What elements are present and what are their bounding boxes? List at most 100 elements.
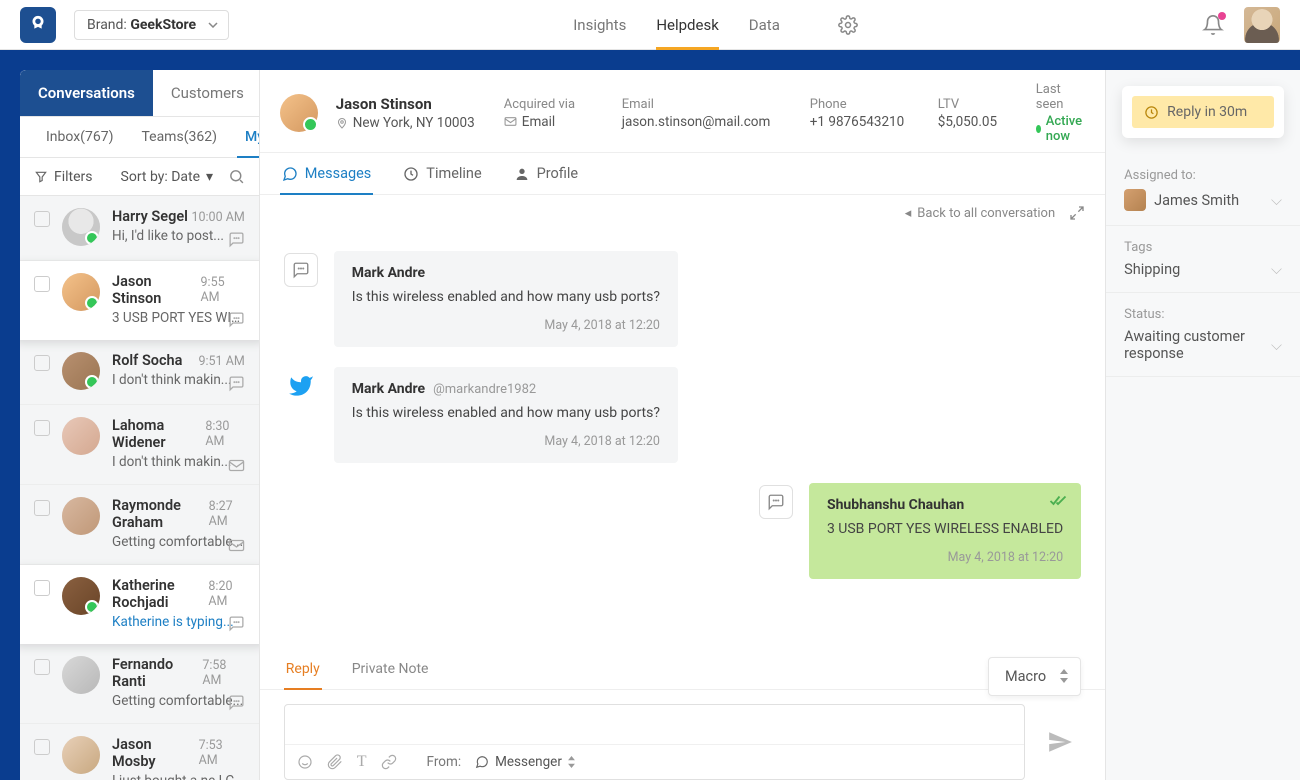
checkbox[interactable] xyxy=(34,211,50,227)
brand-selector[interactable]: Brand: GeekStore xyxy=(74,10,229,40)
assignee-name: James Smith xyxy=(1154,192,1239,209)
acquired-via-label: Acquired via xyxy=(504,97,604,112)
checkbox[interactable] xyxy=(34,500,50,516)
assignee-avatar xyxy=(1124,189,1146,211)
assigned-label: Assigned to: xyxy=(1124,168,1282,183)
tags-selector[interactable]: Shipping ⌵ xyxy=(1124,261,1282,278)
conversation-name: Jason Mosby xyxy=(112,736,199,770)
send-button[interactable] xyxy=(1039,721,1081,763)
chevron-down-icon: ⌵ xyxy=(1271,337,1282,354)
chat-icon xyxy=(228,694,245,711)
customer-location: New York, NY 10003 xyxy=(336,115,486,131)
text-format-icon[interactable]: T xyxy=(357,753,367,771)
conversation-item[interactable]: Lahoma Widener8:30 AM I don't think maki… xyxy=(20,405,259,485)
conversation-name: Katherine Rochjadi xyxy=(112,577,208,611)
conversation-item[interactable]: Fernando Ranti7:58 AM Getting comfortabl… xyxy=(20,644,259,724)
conversation-time: 8:30 AM xyxy=(205,419,244,449)
back-to-all-link[interactable]: ◂ Back to all conversation xyxy=(905,206,1055,221)
checkbox[interactable] xyxy=(34,276,50,292)
checkbox[interactable] xyxy=(34,420,50,436)
conversation-time: 10:00 AM xyxy=(191,210,244,225)
conversation-time: 9:55 AM xyxy=(201,275,245,305)
customer-name: Jason Stinson xyxy=(336,95,486,113)
tab-timeline[interactable]: Timeline xyxy=(401,153,483,194)
avatar xyxy=(62,208,100,246)
subtab-teams[interactable]: Teams(362) xyxy=(127,117,231,157)
user-avatar[interactable] xyxy=(1244,7,1280,43)
sort-button[interactable]: Sort by: Date ▾ xyxy=(121,169,214,185)
email-value: jason.stinson@mail.com xyxy=(622,114,792,130)
message-author: Mark Andre xyxy=(352,265,660,281)
notifications-bell-icon[interactable] xyxy=(1202,14,1224,36)
phone-value: +1 9876543210 xyxy=(810,114,920,130)
filters-button[interactable]: Filters xyxy=(34,169,93,185)
message-author: Shubhanshu Chauhan xyxy=(827,497,1063,513)
brand-value: GeekStore xyxy=(130,17,196,33)
reply-tab[interactable]: Reply xyxy=(284,651,322,689)
reply-sla-text: Reply in 30m xyxy=(1167,104,1247,120)
avatar xyxy=(62,497,100,535)
search-icon[interactable] xyxy=(228,168,245,185)
chat-icon xyxy=(228,311,245,328)
notification-dot xyxy=(1218,12,1226,20)
checkbox[interactable] xyxy=(34,739,50,755)
message-body: Is this wireless enabled and how many us… xyxy=(352,287,660,308)
conversation-item[interactable]: Rolf Socha9:51 AM I don't think makin... xyxy=(20,340,259,405)
avatar xyxy=(62,656,100,694)
from-channel-selector[interactable]: Messenger xyxy=(475,754,575,770)
twitter-icon xyxy=(284,369,318,403)
avatar xyxy=(62,577,100,615)
tab-customers[interactable]: Customers xyxy=(153,70,260,116)
conversation-time: 7:53 AM xyxy=(199,738,245,768)
conversation-preview: I don't think makin... xyxy=(112,372,245,388)
message-timestamp: May 4, 2018 at 12:20 xyxy=(352,434,660,449)
customer-avatar xyxy=(280,94,318,132)
checkbox[interactable] xyxy=(34,580,50,596)
checkbox[interactable] xyxy=(34,659,50,675)
avatar xyxy=(62,352,100,390)
reply-input[interactable] xyxy=(285,705,1024,744)
attachment-icon[interactable] xyxy=(327,754,343,770)
conversation-item[interactable]: Harry Segel10:00 AM Hi, I'd like to post… xyxy=(20,196,259,261)
ltv-value: $5,050.05 xyxy=(938,114,1018,130)
conversation-item[interactable]: Jason Mosby7:53 AM I just bought a ne LC… xyxy=(20,724,259,780)
conversation-name: Jason Stinson xyxy=(112,273,201,307)
conversation-item-typing[interactable]: Katherine Rochjadi8:20 AM Katherine is t… xyxy=(20,565,259,644)
private-note-tab[interactable]: Private Note xyxy=(350,651,431,689)
conversation-preview: Hi, I'd like to post... xyxy=(112,228,245,244)
macro-selector[interactable]: Macro xyxy=(988,657,1081,696)
message-author: Mark Andre@markandre1982 xyxy=(352,381,660,397)
conversation-item-selected[interactable]: Jason Stinson9:55 AM 3 USB PORT YES WIRE… xyxy=(20,261,259,340)
checkbox[interactable] xyxy=(34,355,50,371)
phone-label: Phone xyxy=(810,97,920,112)
tab-messages[interactable]: Messages xyxy=(280,153,374,194)
mail-icon xyxy=(228,459,245,472)
channel-chat-icon xyxy=(284,253,318,287)
conversation-preview: I just bought a ne LCD... xyxy=(112,773,245,780)
status-selector[interactable]: Awaiting customer response ⌵ xyxy=(1124,328,1282,362)
tab-conversations[interactable]: Conversations xyxy=(20,70,153,116)
gear-icon[interactable] xyxy=(838,15,858,35)
subtab-my[interactable]: My▾ xyxy=(231,117,260,157)
compose-box: T From: Messenger xyxy=(284,704,1025,780)
conversation-time: 8:27 AM xyxy=(209,499,245,529)
sort-arrows-icon xyxy=(1060,669,1068,683)
nav-helpdesk[interactable]: Helpdesk xyxy=(656,0,718,50)
link-icon[interactable] xyxy=(381,754,397,770)
app-logo[interactable] xyxy=(20,7,56,43)
expand-icon[interactable] xyxy=(1069,205,1085,221)
conversation-item[interactable]: Raymonde Graham8:27 AM Getting comfortab… xyxy=(20,485,259,565)
emoji-icon[interactable] xyxy=(297,754,313,770)
avatar xyxy=(62,417,100,455)
conversation-preview: Katherine is typing... xyxy=(112,614,245,630)
nav-data[interactable]: Data xyxy=(749,0,780,50)
subtab-inbox[interactable]: Inbox(767) xyxy=(32,117,127,157)
tab-profile[interactable]: Profile xyxy=(512,153,580,194)
mail-icon xyxy=(228,539,245,552)
avatar xyxy=(62,736,100,774)
conversation-preview: I don't think makin... xyxy=(112,454,245,470)
chat-icon xyxy=(228,615,245,632)
nav-insights[interactable]: Insights xyxy=(573,0,626,50)
assignee-selector[interactable]: James Smith ⌵ xyxy=(1124,189,1282,211)
clock-icon xyxy=(1144,105,1159,120)
